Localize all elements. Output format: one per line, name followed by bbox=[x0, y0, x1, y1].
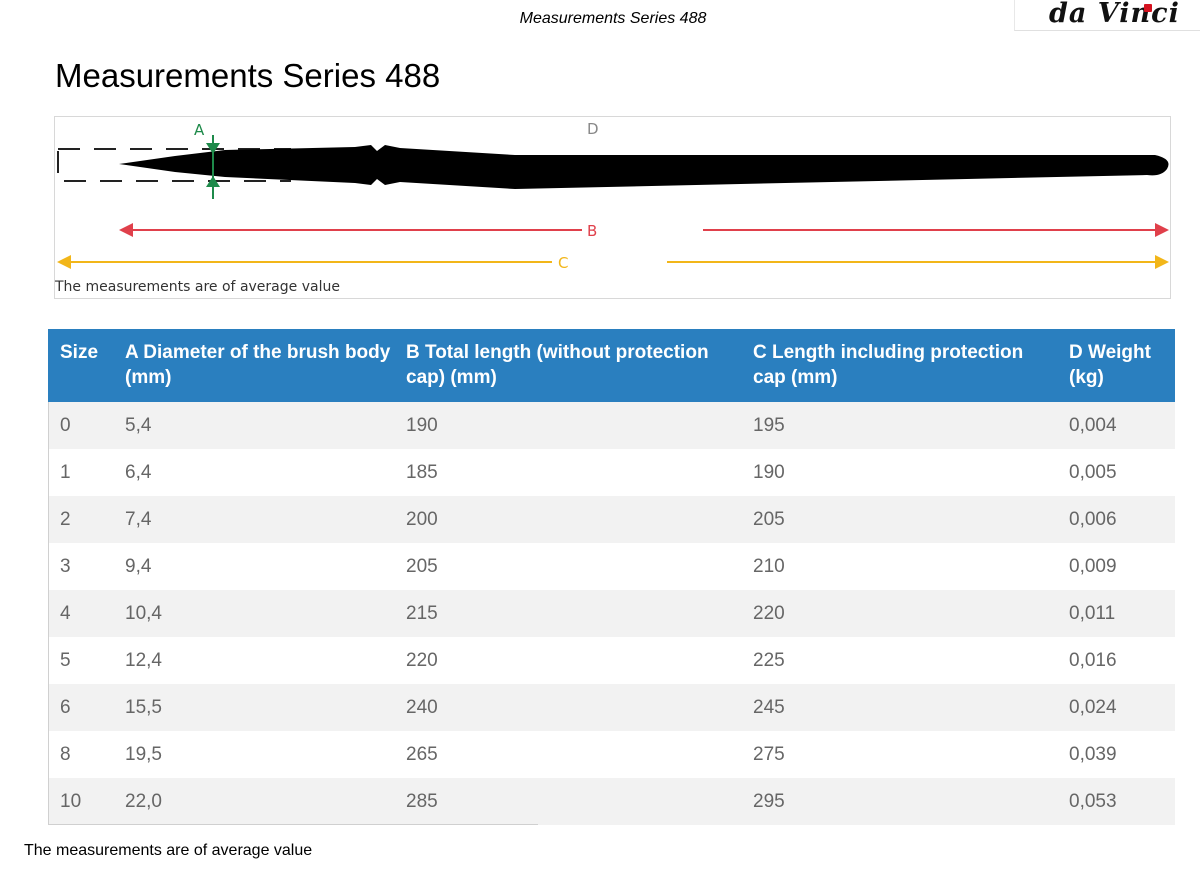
cell-diameter: 9,4 bbox=[115, 543, 396, 590]
brush-silhouette bbox=[119, 145, 1169, 189]
cell-weight: 0,006 bbox=[1059, 496, 1175, 543]
cell-diameter: 5,4 bbox=[115, 402, 396, 449]
logo-red-dot bbox=[1144, 4, 1152, 12]
cell-length-with-cap: 225 bbox=[743, 637, 1059, 684]
c-arrow-right bbox=[1155, 255, 1169, 269]
cell-weight: 0,039 bbox=[1059, 731, 1175, 778]
cell-diameter: 7,4 bbox=[115, 496, 396, 543]
brand-logo: da Vinci bbox=[1014, 0, 1200, 31]
table-left-rule bbox=[48, 402, 49, 825]
cell-length-with-cap: 210 bbox=[743, 543, 1059, 590]
cell-weight: 0,024 bbox=[1059, 684, 1175, 731]
cell-size: 4 bbox=[48, 590, 115, 637]
cell-diameter: 22,0 bbox=[115, 778, 396, 825]
brush-diagram-svg: A D B C bbox=[57, 120, 1169, 272]
cell-size: 0 bbox=[48, 402, 115, 449]
brush-diagram: A D B C The measurements are of average … bbox=[54, 116, 1171, 299]
column-header-diameter: A Diameter of the brush body (mm) bbox=[115, 329, 396, 402]
b-arrow-left bbox=[119, 223, 133, 237]
cell-length-with-cap: 220 bbox=[743, 590, 1059, 637]
table-row: 2 7,4 200 205 0,006 bbox=[48, 496, 1175, 543]
measurements-table-wrap: Size A Diameter of the brush body (mm) B… bbox=[48, 329, 1175, 825]
cell-weight: 0,053 bbox=[1059, 778, 1175, 825]
column-header-total-length: B Total length (without protection cap) … bbox=[396, 329, 743, 402]
table-bottom-rule bbox=[48, 824, 538, 825]
cell-size: 8 bbox=[48, 731, 115, 778]
column-header-weight: D Weight (kg) bbox=[1059, 329, 1175, 402]
table-row: 1 6,4 185 190 0,005 bbox=[48, 449, 1175, 496]
cell-diameter: 15,5 bbox=[115, 684, 396, 731]
label-d: D bbox=[587, 120, 599, 138]
page-title: Measurements Series 488 bbox=[55, 57, 441, 94]
cell-total-length: 285 bbox=[396, 778, 743, 825]
table-row: 6 15,5 240 245 0,024 bbox=[48, 684, 1175, 731]
table-row: 0 5,4 190 195 0,004 bbox=[48, 402, 1175, 449]
cell-weight: 0,011 bbox=[1059, 590, 1175, 637]
cell-weight: 0,016 bbox=[1059, 637, 1175, 684]
c-arrow-left bbox=[57, 255, 71, 269]
cell-total-length: 200 bbox=[396, 496, 743, 543]
cell-length-with-cap: 245 bbox=[743, 684, 1059, 731]
label-c: C bbox=[558, 254, 568, 272]
label-a: A bbox=[194, 121, 205, 139]
cell-length-with-cap: 205 bbox=[743, 496, 1059, 543]
column-header-size: Size bbox=[48, 329, 115, 402]
table-row: 10 22,0 285 295 0,053 bbox=[48, 778, 1175, 825]
cell-total-length: 205 bbox=[396, 543, 743, 590]
b-arrow-right bbox=[1155, 223, 1169, 237]
cell-length-with-cap: 195 bbox=[743, 402, 1059, 449]
cell-size: 5 bbox=[48, 637, 115, 684]
table-header-row: Size A Diameter of the brush body (mm) B… bbox=[48, 329, 1175, 402]
cell-size: 3 bbox=[48, 543, 115, 590]
cell-size: 2 bbox=[48, 496, 115, 543]
column-header-length-with-cap: C Length including protection cap (mm) bbox=[743, 329, 1059, 402]
table-row: 3 9,4 205 210 0,009 bbox=[48, 543, 1175, 590]
cell-size: 10 bbox=[48, 778, 115, 825]
cell-size: 6 bbox=[48, 684, 115, 731]
diagram-note: The measurements are of average value bbox=[55, 279, 340, 295]
cell-diameter: 10,4 bbox=[115, 590, 396, 637]
footnote: The measurements are of average value bbox=[24, 842, 313, 859]
cell-total-length: 265 bbox=[396, 731, 743, 778]
cell-size: 1 bbox=[48, 449, 115, 496]
table-row: 4 10,4 215 220 0,011 bbox=[48, 590, 1175, 637]
cell-total-length: 240 bbox=[396, 684, 743, 731]
cell-diameter: 19,5 bbox=[115, 731, 396, 778]
table-row: 8 19,5 265 275 0,039 bbox=[48, 731, 1175, 778]
logo-text: da Vinci bbox=[1049, 0, 1180, 29]
cell-diameter: 12,4 bbox=[115, 637, 396, 684]
cell-total-length: 190 bbox=[396, 402, 743, 449]
cell-total-length: 185 bbox=[396, 449, 743, 496]
cell-length-with-cap: 275 bbox=[743, 731, 1059, 778]
cell-total-length: 215 bbox=[396, 590, 743, 637]
cell-weight: 0,004 bbox=[1059, 402, 1175, 449]
cell-weight: 0,009 bbox=[1059, 543, 1175, 590]
cell-total-length: 220 bbox=[396, 637, 743, 684]
label-b: B bbox=[587, 222, 597, 240]
cell-weight: 0,005 bbox=[1059, 449, 1175, 496]
table-row: 5 12,4 220 225 0,016 bbox=[48, 637, 1175, 684]
measurements-table: Size A Diameter of the brush body (mm) B… bbox=[48, 329, 1175, 825]
cell-length-with-cap: 295 bbox=[743, 778, 1059, 825]
cell-diameter: 6,4 bbox=[115, 449, 396, 496]
cell-length-with-cap: 190 bbox=[743, 449, 1059, 496]
